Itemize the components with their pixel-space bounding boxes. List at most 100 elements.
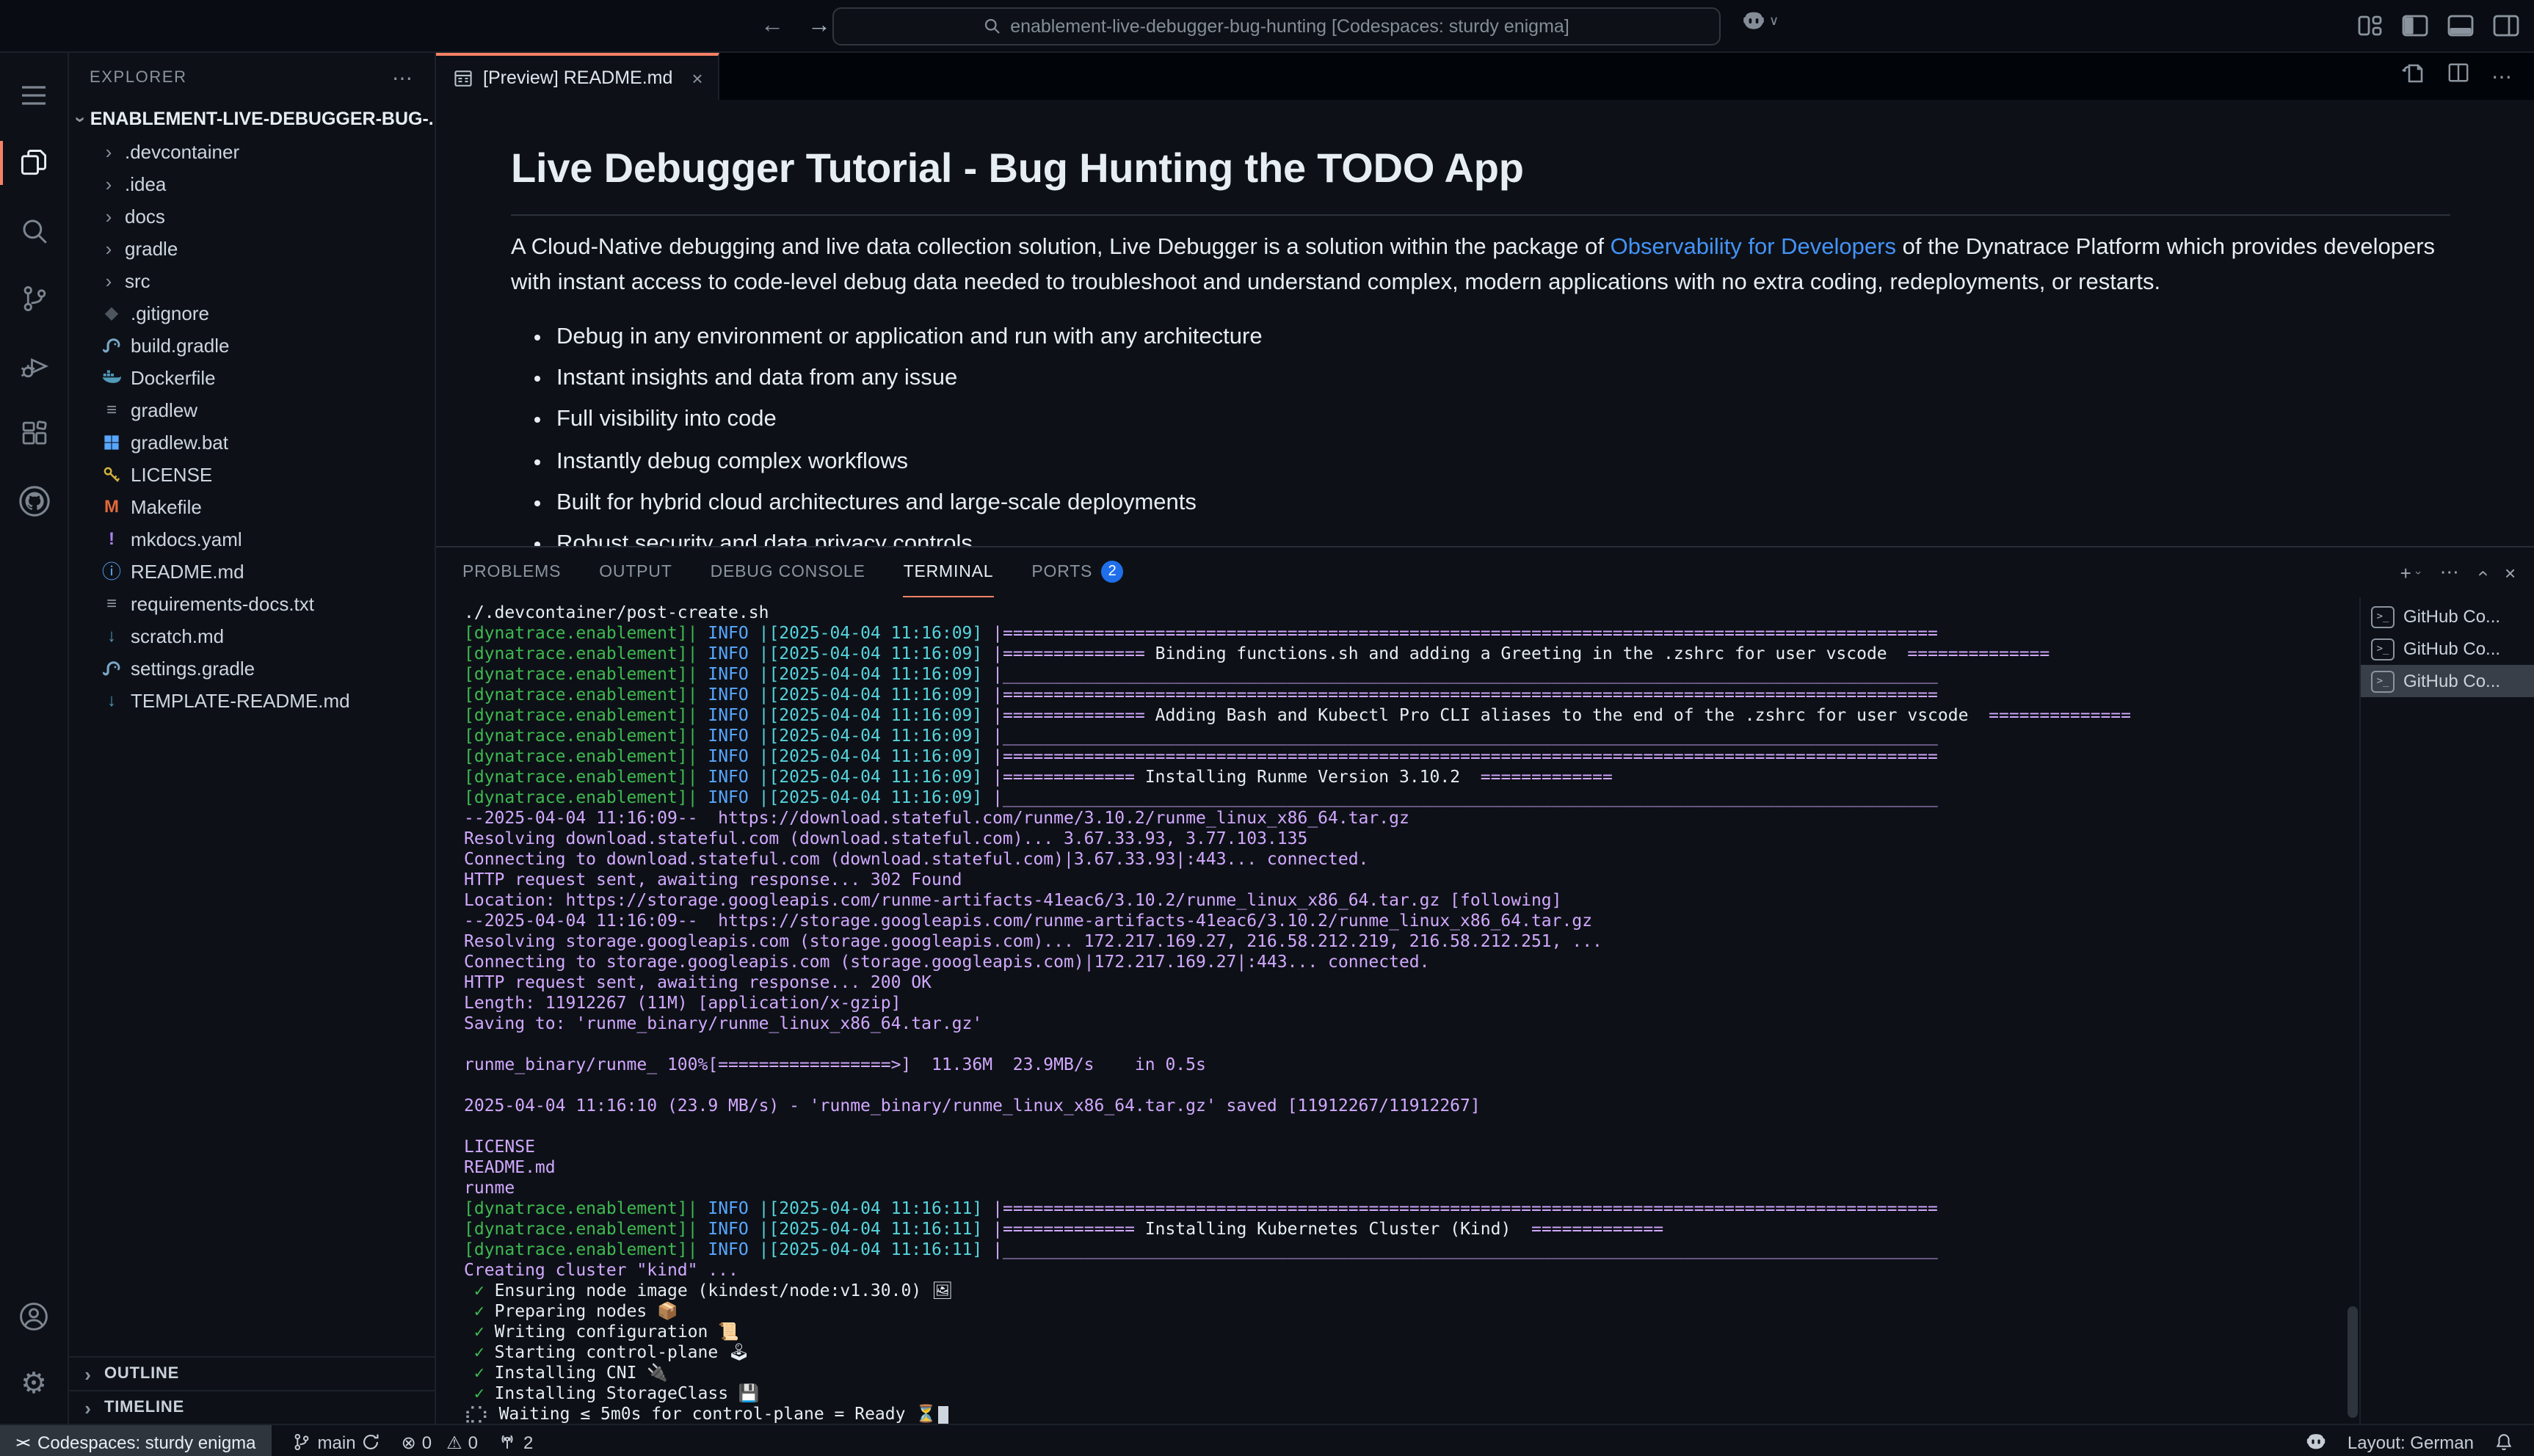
split-editor-icon[interactable] [2447, 62, 2469, 91]
chevron-right-icon: › [101, 269, 116, 291]
feature-bullet: Instantly debug complex workflows [556, 444, 2450, 478]
terminal-cursor [938, 1406, 948, 1424]
sidebar-item-explorer[interactable] [0, 129, 68, 197]
keyboard-layout-indicator[interactable]: Layout: German [2348, 1432, 2474, 1452]
tree-item[interactable]: LICENSE [69, 458, 435, 490]
tree-item[interactable]: ≡gradlew [69, 393, 435, 426]
tree-item[interactable]: ↓scratch.md [69, 619, 435, 652]
tree-root-folder[interactable]: › ENABLEMENT-LIVE-DEBUGGER-BUG-... [69, 103, 435, 135]
feature-bullet: Built for hybrid cloud architectures and… [556, 486, 2450, 520]
tree-item[interactable]: gradlew.bat [69, 426, 435, 458]
terminal-instance-list: >_GitHub Co...>_GitHub Co...>_GitHub Co.… [2359, 597, 2534, 1424]
copilot-status-icon[interactable] [2305, 1431, 2327, 1453]
remote-indicator[interactable]: >< Codespaces: sturdy enigma [0, 1425, 272, 1456]
terminal-line: runme_binary/runme_ 100%[===============… [464, 1054, 2359, 1074]
notifications-bell-icon[interactable] [2494, 1433, 2513, 1452]
chevron-down-icon: › [70, 116, 92, 123]
terminal-line [464, 1033, 2359, 1054]
panel-tab-problems[interactable]: PROBLEMS [462, 547, 561, 597]
terminal-line: --2025-04-04 11:16:09-- https://download… [464, 807, 2359, 828]
panel-tab-ports[interactable]: PORTS2 [1031, 547, 1123, 597]
git-branch-icon [293, 1433, 312, 1452]
terminal-line: runme [464, 1177, 2359, 1198]
status-bar: >< Codespaces: sturdy enigma main ⊗ 0 ⚠ … [0, 1424, 2534, 1456]
new-terminal-button[interactable]: +› [2400, 561, 2421, 583]
tree-item[interactable]: ⓘREADME.md [69, 555, 435, 587]
open-source-file-icon[interactable] [2402, 61, 2425, 92]
problems-indicator[interactable]: ⊗ 0 ⚠ 0 [402, 1432, 478, 1452]
outline-section-header[interactable]: › OUTLINE [69, 1356, 435, 1390]
feature-list: Debug in any environment or application … [511, 320, 2450, 546]
observability-link[interactable]: Observability for Developers [1611, 236, 1896, 261]
terminal-list-item[interactable]: >_GitHub Co... [2361, 665, 2534, 697]
explorer-more-actions-icon[interactable]: ⋯ [392, 65, 414, 90]
terminal-output[interactable]: ./.devcontainer/post-create.sh[dynatrace… [436, 597, 2359, 1424]
terminal-list-item[interactable]: >_GitHub Co... [2361, 600, 2534, 633]
panel-tab-terminal[interactable]: TERMINAL [904, 547, 994, 597]
error-icon: ⊗ [402, 1432, 416, 1452]
tree-item[interactable]: ›.idea [69, 167, 435, 200]
sidebar-item-extensions[interactable] [0, 399, 68, 467]
tree-item[interactable]: build.gradle [69, 329, 435, 361]
branch-indicator[interactable]: main [293, 1432, 381, 1452]
terminal-line: [dynatrace.enablement]| INFO |[2025-04-0… [464, 766, 2359, 787]
terminal-line: --2025-04-04 11:16:09-- https://storage.… [464, 910, 2359, 931]
toggle-panel-button[interactable] [2447, 14, 2474, 37]
tree-item[interactable]: Dockerfile [69, 361, 435, 393]
close-icon[interactable]: × [691, 67, 703, 89]
close-panel-icon[interactable]: × [2505, 561, 2516, 583]
ports-indicator[interactable]: 2 [498, 1432, 533, 1452]
toggle-secondary-sidebar-button[interactable] [2493, 14, 2519, 37]
editor-tab-bar: [Preview] README.md × ⋯ [436, 53, 2534, 101]
panel-more-actions-icon[interactable]: ⋯ [2440, 561, 2460, 584]
account-icon[interactable] [0, 1283, 68, 1350]
sidebar-item-source-control[interactable] [0, 264, 68, 332]
yaml-icon: ! [101, 530, 122, 547]
terminal-line: [dynatrace.enablement]| INFO |[2025-04-0… [464, 622, 2359, 643]
forward-arrow-icon[interactable]: → [807, 12, 831, 39]
terminal-line: Connecting to download.stateful.com (dow… [464, 848, 2359, 869]
gradle-icon [101, 335, 122, 355]
terminal-line: ✓ Writing configuration 📜 [464, 1321, 2359, 1342]
back-arrow-icon[interactable]: ← [760, 12, 784, 39]
tree-item[interactable]: ◆.gitignore [69, 296, 435, 329]
terminal-list-item[interactable]: >_GitHub Co... [2361, 633, 2534, 665]
tree-item[interactable]: ›docs [69, 200, 435, 232]
copilot-menu-button[interactable]: ∨ [1741, 9, 1779, 34]
file-tree: ›.devcontainer›.idea›docs›gradle›src◆.gi… [69, 135, 435, 716]
terminal-line: [dynatrace.enablement]| INFO |[2025-04-0… [464, 746, 2359, 766]
maximize-panel-icon[interactable]: › [2471, 569, 2493, 575]
docker-icon [101, 367, 122, 387]
sidebar-item-search[interactable] [0, 197, 68, 264]
terminal-line: README.md [464, 1157, 2359, 1177]
customize-layout-button[interactable] [2356, 14, 2383, 37]
page-title: Live Debugger Tutorial - Bug Hunting the… [511, 139, 2450, 216]
command-center-search[interactable]: enablement-live-debugger-bug-hunting [Co… [832, 7, 1721, 46]
tree-item[interactable]: ›.devcontainer [69, 135, 435, 167]
toggle-sidebar-button[interactable] [2402, 14, 2428, 37]
tab-preview-readme[interactable]: [Preview] README.md × [436, 53, 719, 101]
timeline-section-header[interactable]: › TIMELINE [69, 1390, 435, 1424]
tree-item[interactable]: ›src [69, 264, 435, 296]
chevron-down-icon: › [2412, 570, 2425, 575]
panel-tab-debug-console[interactable]: DEBUG CONSOLE [711, 547, 865, 597]
more-actions-icon[interactable]: ⋯ [2491, 64, 2513, 89]
tree-item[interactable]: ↓TEMPLATE-README.md [69, 684, 435, 716]
sidebar-item-github[interactable] [0, 467, 68, 534]
panel-tab-output[interactable]: OUTPUT [599, 547, 672, 597]
menu-icon[interactable] [0, 62, 68, 129]
feature-bullet: Robust security and data privacy control… [556, 527, 2450, 546]
makefile-icon: M [101, 498, 122, 515]
tree-item[interactable]: ≡requirements-docs.txt [69, 587, 435, 619]
tree-item[interactable]: ›gradle [69, 232, 435, 264]
chevron-right-icon: › [101, 237, 116, 259]
settings-gear-icon[interactable]: ⚙ [0, 1350, 68, 1418]
tree-item[interactable]: settings.gradle [69, 652, 435, 684]
text-file-icon: ≡ [101, 401, 122, 418]
terminal-line: ✓ Preparing nodes 📦 [464, 1300, 2359, 1321]
feature-bullet: Instant insights and data from any issue [556, 361, 2450, 396]
tree-item[interactable]: MMakefile [69, 490, 435, 523]
tree-item[interactable]: !mkdocs.yaml [69, 523, 435, 555]
terminal-scrollbar[interactable] [2348, 1306, 2358, 1418]
sidebar-item-run-debug[interactable] [0, 332, 68, 399]
